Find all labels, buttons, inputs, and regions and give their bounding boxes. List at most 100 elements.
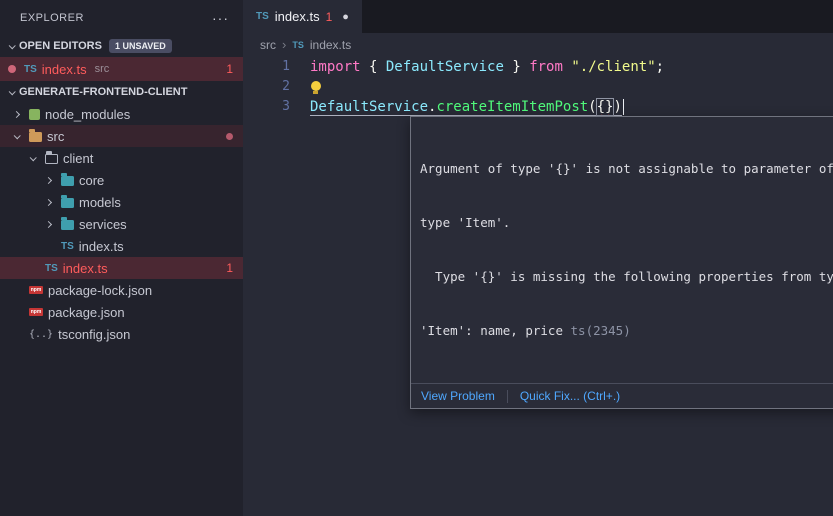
code-line-1[interactable]: 1 import { DefaultService } from "./clie… <box>243 57 833 77</box>
tree-item-src[interactable]: src <box>0 125 243 147</box>
tree-item-client[interactable]: client <box>0 147 243 169</box>
error-message-line: Argument of type '{}' is not assignable … <box>420 160 833 178</box>
open-editor-file-path: src <box>95 63 110 75</box>
tree-item-core[interactable]: core <box>0 169 243 191</box>
error-argument-token: {} <box>597 99 614 115</box>
tree-item-label: services <box>79 217 127 232</box>
folder-open-icon <box>45 154 58 164</box>
actions-divider <box>507 390 508 403</box>
vscode-window: EXPLORER ··· OPEN EDITORS 1 UNSAVED inde… <box>0 0 833 516</box>
typescript-icon <box>292 40 304 50</box>
code-token: DefaultService <box>386 59 504 75</box>
json-icon <box>29 329 53 340</box>
open-editors-label: OPEN EDITORS <box>19 40 102 52</box>
code-token: } <box>504 59 529 75</box>
code-token: { <box>361 59 386 75</box>
error-message-line: 'Item': name, price ts(2345) <box>420 322 833 340</box>
workspace-section-header[interactable]: GENERATE-FRONTEND-CLIENT <box>0 81 243 103</box>
code-line-2[interactable]: 2 <box>243 77 833 97</box>
tree-item-label: core <box>79 173 104 188</box>
tree-item-package-json[interactable]: package.json <box>0 301 243 323</box>
breadcrumb-item-src[interactable]: src <box>260 38 276 52</box>
tree-item-label: index.ts <box>63 261 108 276</box>
breadcrumb-item-file[interactable]: index.ts <box>310 38 351 52</box>
folder-error-dot-icon <box>226 133 233 140</box>
error-code-reference: ts(2345) <box>571 323 631 338</box>
view-problem-link[interactable]: View Problem <box>421 389 495 403</box>
tree-item-label: node_modules <box>45 107 130 122</box>
hover-actions-bar: View Problem Quick Fix... (Ctrl+.) <box>411 383 833 408</box>
line-number: 2 <box>243 77 290 97</box>
workspace-name: GENERATE-FRONTEND-CLIENT <box>19 86 187 98</box>
line-number: 1 <box>243 57 290 77</box>
chevron-down-icon[interactable] <box>13 132 20 139</box>
chevron-down-icon[interactable] <box>8 42 15 49</box>
code-token: DefaultService <box>310 99 428 115</box>
code-line-3[interactable]: 3 DefaultService.createItemItemPost({}) <box>243 97 833 117</box>
typescript-icon <box>45 263 58 274</box>
error-count-badge: 1 <box>226 62 233 76</box>
error-message: Argument of type '{}' is not assignable … <box>411 117 833 383</box>
chevron-right-icon[interactable] <box>44 198 51 205</box>
tab-bar: index.ts 1 ● <box>243 0 833 33</box>
explorer-sidebar: EXPLORER ··· OPEN EDITORS 1 UNSAVED inde… <box>0 0 243 516</box>
quick-fix-link[interactable]: Quick Fix... (Ctrl+.) <box>520 389 620 403</box>
error-message-text: 'Item': name, price <box>420 323 563 338</box>
tree-item-label: client <box>63 151 93 166</box>
explorer-header: EXPLORER ··· <box>0 0 243 35</box>
code-token: import <box>310 59 361 75</box>
chevron-down-icon[interactable] <box>29 154 36 161</box>
npm-icon <box>29 308 43 316</box>
text-cursor <box>623 99 625 115</box>
open-editors-header[interactable]: OPEN EDITORS 1 UNSAVED <box>0 35 243 57</box>
error-hover-popup: Argument of type '{}' is not assignable … <box>410 116 833 409</box>
src-folder-icon <box>29 132 42 142</box>
breadcrumb: src › index.ts <box>243 33 833 56</box>
code-token: createItemItemPost <box>436 99 588 115</box>
tree-item-label: index.ts <box>79 239 124 254</box>
folder-icon <box>61 220 74 230</box>
line-number: 3 <box>243 97 290 117</box>
unsaved-count-badge: 1 UNSAVED <box>109 39 172 53</box>
code-editor[interactable]: 1 import { DefaultService } from "./clie… <box>243 56 833 117</box>
code-token: ; <box>656 59 664 75</box>
tree-item-label: models <box>79 195 121 210</box>
node-modules-folder-icon <box>29 109 40 120</box>
tab-index-ts[interactable]: index.ts 1 ● <box>243 0 362 33</box>
tree-item-src-index-ts[interactable]: index.ts 1 <box>0 257 243 279</box>
code-token: from <box>529 59 563 75</box>
tab-title: index.ts <box>275 9 320 24</box>
tree-item-label: src <box>47 129 64 144</box>
chevron-right-icon[interactable] <box>12 110 19 117</box>
explorer-title: EXPLORER <box>20 12 212 24</box>
code-token: ) <box>613 99 621 115</box>
more-actions-icon[interactable]: ··· <box>212 10 229 26</box>
tree-item-services[interactable]: services <box>0 213 243 235</box>
tree-item-tsconfig-json[interactable]: tsconfig.json <box>0 323 243 345</box>
breadcrumb-separator-icon: › <box>282 37 286 52</box>
open-editor-file-name: index.ts <box>42 62 87 77</box>
dirty-dot-icon[interactable] <box>8 65 16 73</box>
chevron-right-icon[interactable] <box>44 176 51 183</box>
tree-item-label: package-lock.json <box>48 283 152 298</box>
open-editor-item-index-ts[interactable]: index.ts src 1 <box>0 57 243 81</box>
chevron-right-icon[interactable] <box>44 220 51 227</box>
tree-item-label: tsconfig.json <box>58 327 130 342</box>
tree-item-client-index-ts[interactable]: index.ts <box>0 235 243 257</box>
typescript-icon <box>61 241 74 252</box>
npm-icon <box>29 286 43 294</box>
tree-item-label: package.json <box>48 305 125 320</box>
tree-item-node-modules[interactable]: node_modules <box>0 103 243 125</box>
tree-item-models[interactable]: models <box>0 191 243 213</box>
typescript-icon <box>24 64 37 75</box>
error-message-line: type 'Item'. <box>420 214 833 232</box>
folder-icon <box>61 198 74 208</box>
error-count-badge: 1 <box>226 261 233 275</box>
tab-dirty-dot-icon[interactable]: ● <box>342 11 349 23</box>
error-message-line: Type '{}' is missing the following prope… <box>420 268 833 286</box>
typescript-icon <box>256 11 269 22</box>
tree-item-package-lock-json[interactable]: package-lock.json <box>0 279 243 301</box>
chevron-down-icon[interactable] <box>8 88 15 95</box>
lightbulb-icon[interactable] <box>310 81 321 94</box>
editor-area: index.ts 1 ● src › index.ts 1 import { D… <box>243 0 833 516</box>
